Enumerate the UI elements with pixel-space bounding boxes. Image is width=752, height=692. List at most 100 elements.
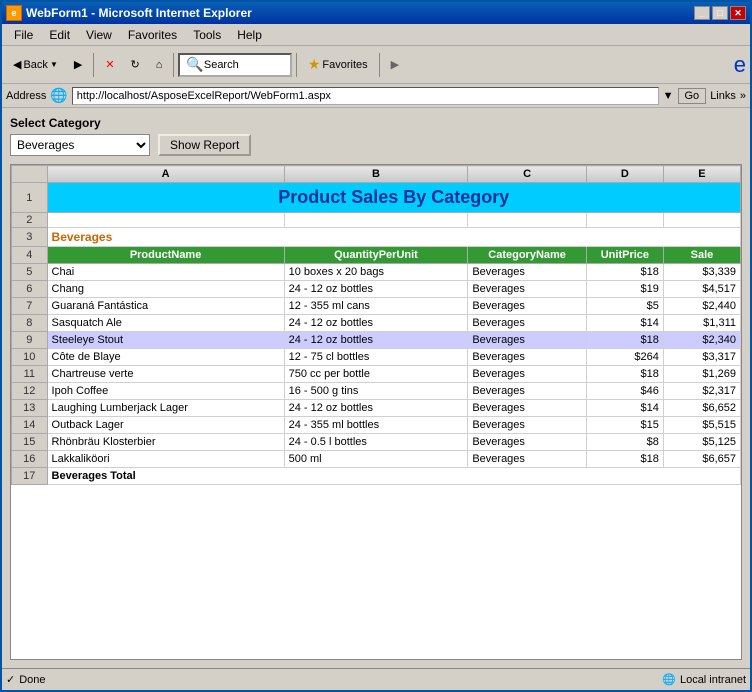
- row-num-16: 16: [12, 451, 48, 468]
- back-icon: [13, 58, 21, 71]
- cell-sale: $1,269: [663, 366, 740, 383]
- address-label: Address: [6, 90, 46, 102]
- cell-qty-per-unit: 10 boxes x 20 bags: [284, 264, 468, 281]
- stop-icon: [105, 58, 114, 71]
- cell-category-name: Beverages: [468, 349, 587, 366]
- menu-help[interactable]: Help: [229, 26, 270, 44]
- cell-sale: $3,339: [663, 264, 740, 281]
- content-area: Select Category Beverages Condiments Con…: [2, 108, 750, 668]
- total-label: Beverages Total: [47, 468, 740, 485]
- refresh-button[interactable]: [124, 51, 147, 79]
- cell-qty-per-unit: 750 cc per bottle: [284, 366, 468, 383]
- close-button[interactable]: ✕: [730, 6, 746, 20]
- menu-tools[interactable]: Tools: [185, 26, 229, 44]
- category-select[interactable]: Beverages Condiments Confections Dairy P…: [10, 134, 150, 156]
- cell-unit-price: $15: [586, 417, 663, 434]
- cell-category-name: Beverages: [468, 298, 587, 315]
- cell-qty-per-unit: 24 - 12 oz bottles: [284, 400, 468, 417]
- menu-file[interactable]: File: [6, 26, 41, 44]
- cell-sale: $5,125: [663, 434, 740, 451]
- links-arrow-icon: »: [740, 90, 746, 102]
- title-bar: e WebForm1 - Microsoft Internet Explorer…: [2, 2, 750, 24]
- col-header-b: B: [284, 166, 468, 183]
- go-button[interactable]: Go: [678, 88, 707, 104]
- search-box[interactable]: [178, 53, 291, 77]
- home-button[interactable]: [149, 51, 170, 79]
- done-icon: ✓: [6, 673, 15, 686]
- cell-product-name: Chang: [47, 281, 284, 298]
- media-button[interactable]: [384, 51, 406, 79]
- show-report-button[interactable]: Show Report: [158, 134, 251, 156]
- cell-qty-per-unit: 16 - 500 g tins: [284, 383, 468, 400]
- cell-unit-price: $8: [586, 434, 663, 451]
- cell-sale: $2,317: [663, 383, 740, 400]
- window-controls[interactable]: _ □ ✕: [694, 6, 746, 20]
- menu-favorites[interactable]: Favorites: [120, 26, 185, 44]
- cell-qty-per-unit: 24 - 12 oz bottles: [284, 332, 468, 349]
- cell-qty-per-unit: 500 ml: [284, 451, 468, 468]
- title-row-1: 1 Product Sales By Category: [12, 183, 741, 213]
- select-category-label: Select Category: [10, 116, 742, 130]
- favorites-button[interactable]: Favorites: [301, 51, 375, 79]
- empty-b2: [284, 213, 468, 228]
- favorites-label: Favorites: [322, 59, 367, 71]
- data-row: 5 Chai 10 boxes x 20 bags Beverages $18 …: [12, 264, 741, 281]
- cell-sale: $6,652: [663, 400, 740, 417]
- col-header-e: E: [663, 166, 740, 183]
- row-num-1: 1: [12, 183, 48, 213]
- address-bar: Address 🌐 ▼ Go Links »: [2, 84, 750, 108]
- cell-category-name: Beverages: [468, 366, 587, 383]
- minimize-button[interactable]: _: [694, 6, 710, 20]
- stop-button[interactable]: [98, 51, 121, 79]
- menu-edit[interactable]: Edit: [41, 26, 78, 44]
- forward-button[interactable]: [67, 51, 89, 79]
- cell-unit-price: $14: [586, 400, 663, 417]
- cell-product-name: Sasquatch Ale: [47, 315, 284, 332]
- empty-c2: [468, 213, 587, 228]
- cell-qty-per-unit: 12 - 355 ml cans: [284, 298, 468, 315]
- cell-product-name: Côte de Blaye: [47, 349, 284, 366]
- data-row: 7 Guaraná Fantástica 12 - 355 ml cans Be…: [12, 298, 741, 315]
- ie-window: e WebForm1 - Microsoft Internet Explorer…: [0, 0, 752, 692]
- cell-category-name: Beverages: [468, 400, 587, 417]
- cell-unit-price: $264: [586, 349, 663, 366]
- sep4: [379, 53, 380, 77]
- row-num-9: 9: [12, 332, 48, 349]
- row-num-13: 13: [12, 400, 48, 417]
- cell-product-name: Outback Lager: [47, 417, 284, 434]
- restore-button[interactable]: □: [712, 6, 728, 20]
- row-num-5: 5: [12, 264, 48, 281]
- cell-sale: $3,317: [663, 349, 740, 366]
- cell-product-name: Steeleye Stout: [47, 332, 284, 349]
- category-cell: Beverages: [47, 228, 740, 247]
- dropdown-arrow-icon: ▼: [663, 90, 674, 102]
- status-left: ✓ Done: [6, 673, 46, 686]
- address-globe-icon: 🌐: [50, 87, 67, 104]
- cell-category-name: Beverages: [468, 315, 587, 332]
- search-input[interactable]: [204, 59, 284, 71]
- data-row: 16 Lakkaliköori 500 ml Beverages $18 $6,…: [12, 451, 741, 468]
- row-num-total: 17: [12, 468, 48, 485]
- cell-category-name: Beverages: [468, 332, 587, 349]
- media-icon: [391, 58, 399, 71]
- back-button[interactable]: Back ▼: [6, 51, 65, 79]
- cell-category-name: Beverages: [468, 417, 587, 434]
- col-header-row: A B C D E: [12, 166, 741, 183]
- col-header-c: C: [468, 166, 587, 183]
- header-row-4: 4 ProductName QuantityPerUnit CategoryNa…: [12, 247, 741, 264]
- form-controls: Select Category Beverages Condiments Con…: [10, 116, 742, 156]
- address-input[interactable]: [72, 87, 659, 105]
- cell-product-name: Chartreuse verte: [47, 366, 284, 383]
- toolbar: Back ▼ Favorites e: [2, 46, 750, 84]
- title-cell: Product Sales By Category: [47, 183, 740, 213]
- cell-sale: $6,657: [663, 451, 740, 468]
- empty-row-2: 2: [12, 213, 741, 228]
- favorites-icon: [308, 56, 321, 73]
- window-icon: e: [6, 5, 22, 21]
- data-row: 12 Ipoh Coffee 16 - 500 g tins Beverages…: [12, 383, 741, 400]
- data-row: 9 Steeleye Stout 24 - 12 oz bottles Beve…: [12, 332, 741, 349]
- status-right: 🌐 Local intranet: [662, 673, 746, 686]
- cell-product-name: Laughing Lumberjack Lager: [47, 400, 284, 417]
- back-label: Back: [23, 59, 47, 71]
- menu-view[interactable]: View: [78, 26, 120, 44]
